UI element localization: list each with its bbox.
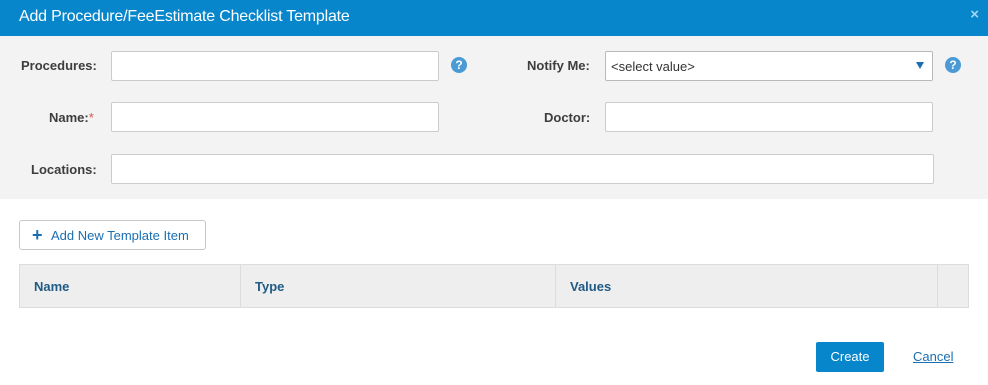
dialog-title: Add Procedure/FeeEstimate Checklist Temp… <box>19 8 350 25</box>
column-header-label: Values <box>570 279 612 294</box>
name-label: Name:* <box>49 110 94 125</box>
name-label-text: Name: <box>49 110 89 125</box>
doctor-label: Doctor: <box>544 110 591 125</box>
procedures-label: Procedures: <box>21 58 97 73</box>
locations-label: Locations: <box>31 162 97 177</box>
close-icon[interactable]: × <box>970 6 979 23</box>
column-header-values[interactable]: Values <box>556 265 938 307</box>
dialog-titlebar: Add Procedure/FeeEstimate Checklist Temp… <box>0 0 988 36</box>
column-header-name[interactable]: Name <box>20 265 241 307</box>
column-header-type[interactable]: Type <box>241 265 556 307</box>
name-input[interactable] <box>111 102 439 132</box>
dropdown-arrow-icon <box>916 62 924 69</box>
procedures-help-icon[interactable]: ? <box>451 57 467 73</box>
procedures-input[interactable] <box>111 51 439 81</box>
required-marker: * <box>88 110 94 125</box>
add-new-template-item-button[interactable]: + Add New Template Item <box>19 220 206 250</box>
column-header-label: Type <box>255 279 285 294</box>
template-items-grid: Name Type Values <box>19 264 969 308</box>
column-header-label: Name <box>34 279 70 294</box>
notify-me-select[interactable]: <select value> <box>605 51 933 81</box>
cancel-link[interactable]: Cancel <box>913 349 953 364</box>
column-header-actions <box>938 265 968 307</box>
plus-icon: + <box>32 225 43 245</box>
notify-me-help-icon[interactable]: ? <box>945 57 961 73</box>
notify-me-label: Notify Me: <box>527 58 590 73</box>
notify-me-selected-value: <select value> <box>611 59 695 74</box>
doctor-input[interactable] <box>605 102 933 132</box>
create-button[interactable]: Create <box>816 342 884 372</box>
locations-input[interactable] <box>111 154 934 184</box>
add-new-template-item-label: Add New Template Item <box>51 228 189 243</box>
